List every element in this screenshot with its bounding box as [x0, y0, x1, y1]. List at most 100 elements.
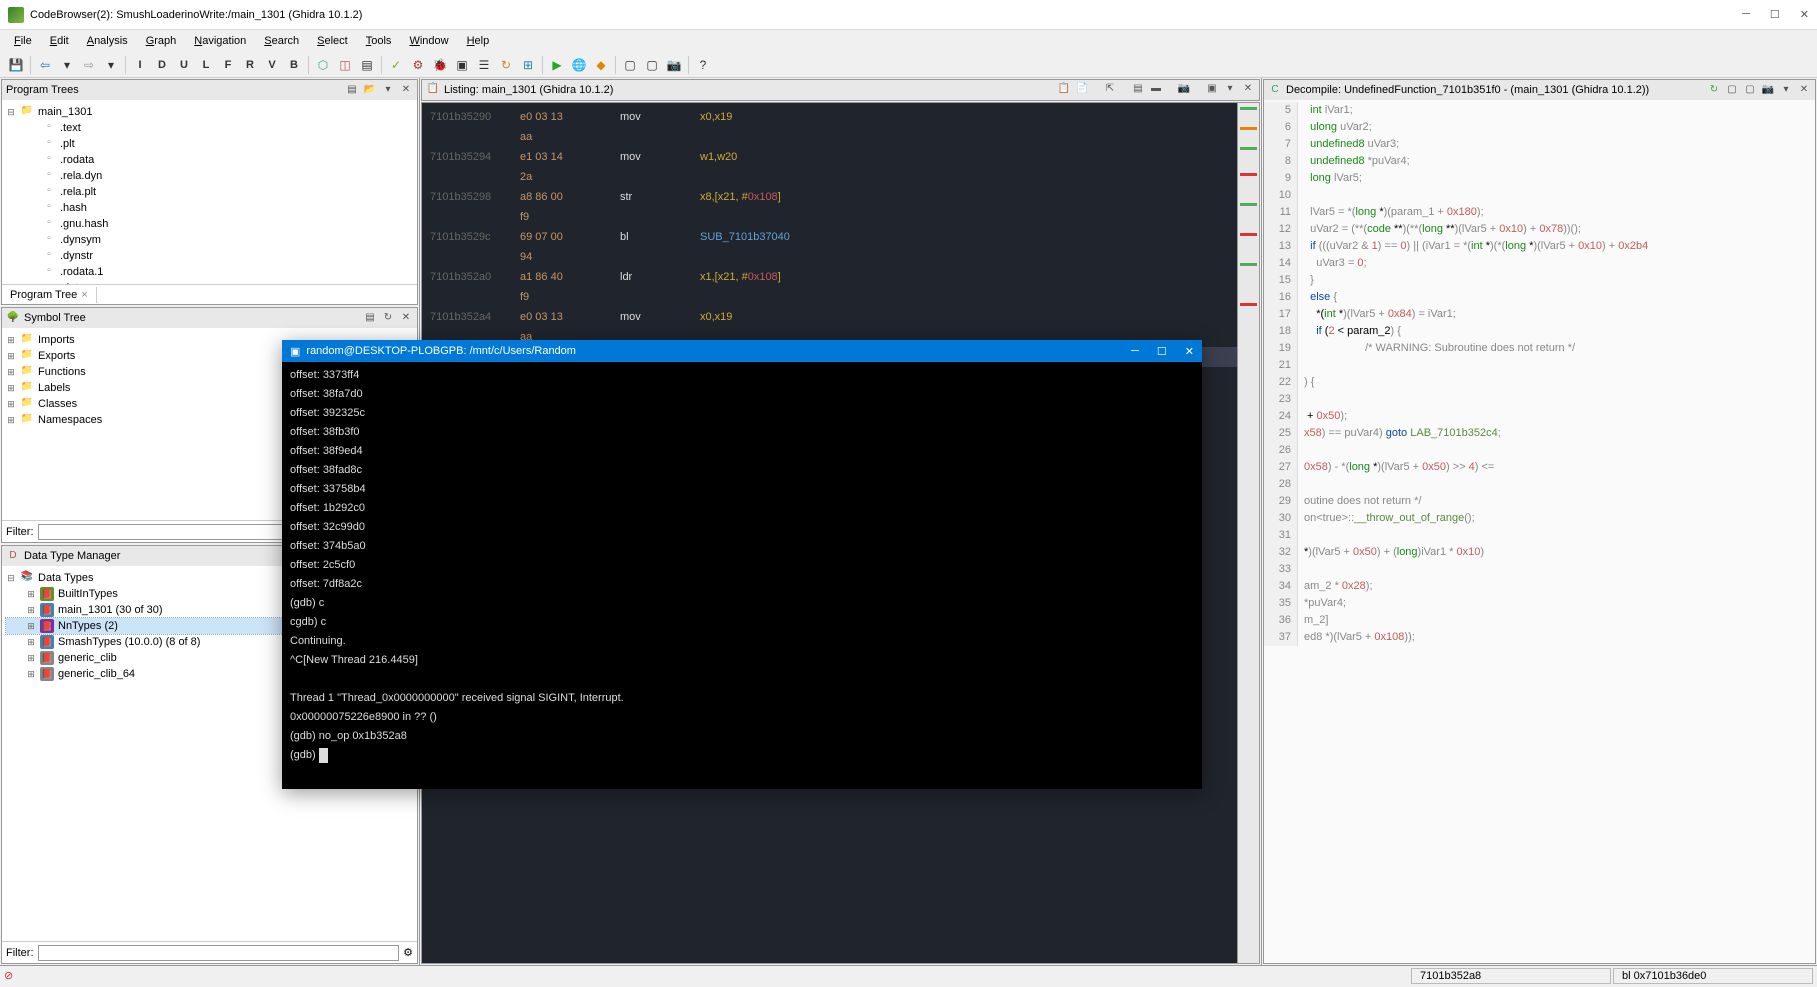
type-u-icon[interactable]: U — [174, 55, 194, 75]
asm-line[interactable]: f9 — [430, 287, 1251, 307]
decompile-line[interactable]: 6 ulong uVar2; — [1264, 119, 1815, 136]
decompile-line[interactable]: 34am_2 * 0x28); — [1264, 578, 1815, 595]
type-i-icon[interactable]: I — [130, 55, 150, 75]
refresh-icon[interactable]: ↻ — [496, 55, 516, 75]
decompile-line[interactable]: 13 if (((uVar2 & 1) == 0) || (iVar1 = *(… — [1264, 238, 1815, 255]
menu-edit[interactable]: Edit — [42, 33, 77, 49]
decompile-line[interactable]: 8 undefined8 *puVar4; — [1264, 153, 1815, 170]
tree-section[interactable]: ▫.rodata.1 — [6, 264, 413, 280]
close-button[interactable]: ✕ — [1800, 8, 1809, 21]
close-panel-icon[interactable]: ✕ — [399, 311, 413, 325]
save-icon[interactable]: 💾 — [6, 55, 26, 75]
fields-icon[interactable]: ▬ — [1149, 83, 1163, 97]
close-tab-icon[interactable]: × — [81, 289, 87, 301]
type-b-icon[interactable]: B — [284, 55, 304, 75]
menu-file[interactable]: File — [6, 33, 40, 49]
close-panel-icon[interactable]: ✕ — [1241, 83, 1255, 97]
back-icon[interactable]: ⇦ — [35, 55, 55, 75]
snapshot-icon[interactable]: 📷 — [664, 55, 684, 75]
close-panel-icon[interactable]: ✕ — [399, 83, 413, 97]
terminal-minimize-button[interactable]: ─ — [1131, 345, 1139, 358]
menu-icon[interactable]: ▾ — [1779, 83, 1793, 97]
dropdown-icon[interactable]: ▾ — [381, 83, 395, 97]
copy-icon[interactable]: 📋 — [1057, 83, 1071, 97]
decompile-line[interactable]: 24 + 0x50); — [1264, 408, 1815, 425]
tree-section[interactable]: ▫.dynsym — [6, 232, 413, 248]
overview-strip[interactable] — [1237, 103, 1259, 963]
decompile-line[interactable]: 21 — [1264, 357, 1815, 374]
graph-icon[interactable]: ⬡ — [313, 55, 333, 75]
decompile-line[interactable]: 30on<true>::__throw_out_of_range(); — [1264, 510, 1815, 527]
decompile-line[interactable]: 16 else { — [1264, 289, 1815, 306]
close-panel-icon[interactable]: ✕ — [1797, 83, 1811, 97]
asm-line[interactable]: 2a — [430, 167, 1251, 187]
asm-line[interactable]: 7101b35290e0 03 13movx0,x19 — [430, 107, 1251, 127]
terminal-titlebar[interactable]: ▣ random@DESKTOP-PLOBGPB: /mnt/c/Users/R… — [282, 340, 1202, 362]
paste-icon[interactable]: 📄 — [1075, 83, 1089, 97]
asm-line[interactable]: 7101b35294e1 03 14movw1,w20 — [430, 147, 1251, 167]
dropdown-icon[interactable]: ▾ — [57, 55, 77, 75]
decompile-line[interactable]: 36m_2] — [1264, 612, 1815, 629]
export-icon[interactable]: ▢ — [1725, 83, 1739, 97]
menu-select[interactable]: Select — [309, 33, 356, 49]
decompile-line[interactable]: 5 int iVar1; — [1264, 102, 1815, 119]
terminal-close-button[interactable]: ✕ — [1185, 345, 1194, 358]
decompile-line[interactable]: 10 — [1264, 187, 1815, 204]
chart-icon[interactable]: ◫ — [335, 55, 355, 75]
dtm-filter-input[interactable] — [38, 945, 400, 961]
check-icon[interactable]: ✓ — [386, 55, 406, 75]
bug-icon[interactable]: 🐞 — [430, 55, 450, 75]
decompile-view[interactable]: 5 int iVar1;6 ulong uVar2;7 undefined8 u… — [1264, 100, 1815, 963]
menu-navigation[interactable]: Navigation — [186, 33, 254, 49]
asm-line[interactable]: 7101b35298a8 86 00strx8,[x21, #0x108] — [430, 187, 1251, 207]
tree-root[interactable]: ⊟📁main_1301 — [6, 104, 413, 120]
type-d-icon[interactable]: D — [152, 55, 172, 75]
tree-section[interactable]: ▫.hash — [6, 200, 413, 216]
table-icon[interactable]: ▤ — [357, 55, 377, 75]
open-icon[interactable]: 📂 — [363, 83, 377, 97]
grid-icon[interactable]: ⊞ — [518, 55, 538, 75]
toggle-icon[interactable]: ▤ — [1131, 83, 1145, 97]
tree-section[interactable]: ▫.text — [6, 120, 413, 136]
refresh-icon[interactable]: ↻ — [1707, 83, 1721, 97]
decompile-line[interactable]: 270x58) - *(long *)(lVar5 + 0x50) >> 4) … — [1264, 459, 1815, 476]
tree-section[interactable]: ▫.plt — [6, 136, 413, 152]
menu-help[interactable]: Help — [459, 33, 498, 49]
snapshot-icon[interactable]: 📷 — [1177, 83, 1191, 97]
gear-icon[interactable]: ⚙ — [408, 55, 428, 75]
terminal-maximize-button[interactable]: ☐ — [1157, 345, 1167, 358]
tree-section[interactable]: ▫.gnu.hash — [6, 216, 413, 232]
asm-line[interactable]: aa — [430, 127, 1251, 147]
page-icon[interactable]: ▢ — [620, 55, 640, 75]
globe-icon[interactable]: 🌐 — [569, 55, 589, 75]
tree-section[interactable]: ▫.dynstr — [6, 248, 413, 264]
snapshot-icon[interactable]: 📷 — [1761, 83, 1775, 97]
decompile-line[interactable]: 19 /* WARNING: Subroutine does not retur… — [1264, 340, 1815, 357]
diamond-icon[interactable]: ◆ — [591, 55, 611, 75]
refresh-icon[interactable]: ↻ — [381, 311, 395, 325]
asm-line[interactable]: 94 — [430, 247, 1251, 267]
window-icon[interactable]: ▣ — [452, 55, 472, 75]
program-tree-tab[interactable]: Program Tree × — [2, 287, 97, 303]
menu-analysis[interactable]: Analysis — [79, 33, 136, 49]
decompile-line[interactable]: 26 — [1264, 442, 1815, 459]
type-v-icon[interactable]: V — [262, 55, 282, 75]
asm-line[interactable]: 7101b352a4e0 03 13movx0,x19 — [430, 307, 1251, 327]
decompile-line[interactable]: 25x58) == puVar4) goto LAB_7101b352c4; — [1264, 425, 1815, 442]
stop-icon[interactable]: ⊘ — [4, 969, 13, 982]
cursor-icon[interactable]: ⇱ — [1103, 83, 1117, 97]
decompile-line[interactable]: 17 *(int *)(lVar5 + 0x84) = iVar1; — [1264, 306, 1815, 323]
decompile-line[interactable]: 15 } — [1264, 272, 1815, 289]
decompile-line[interactable]: 11 lVar5 = *(long *)(param_1 + 0x180); — [1264, 204, 1815, 221]
tree-section[interactable]: ▫.rela.plt — [6, 184, 413, 200]
decompile-line[interactable]: 7 undefined8 uVar3; — [1264, 136, 1815, 153]
page2-icon[interactable]: ▢ — [642, 55, 662, 75]
asm-line[interactable]: 7101b3529c69 07 00blSUB_7101b37040 — [430, 227, 1251, 247]
type-f-icon[interactable]: F — [218, 55, 238, 75]
tree-section[interactable]: ▫.rela.dyn — [6, 168, 413, 184]
menu-search[interactable]: Search — [256, 33, 307, 49]
asm-line[interactable]: f9 — [430, 207, 1251, 227]
menu-tools[interactable]: Tools — [358, 33, 400, 49]
tree-section[interactable]: ▫.rodata — [6, 152, 413, 168]
decompile-line[interactable]: 35*puVar4; — [1264, 595, 1815, 612]
